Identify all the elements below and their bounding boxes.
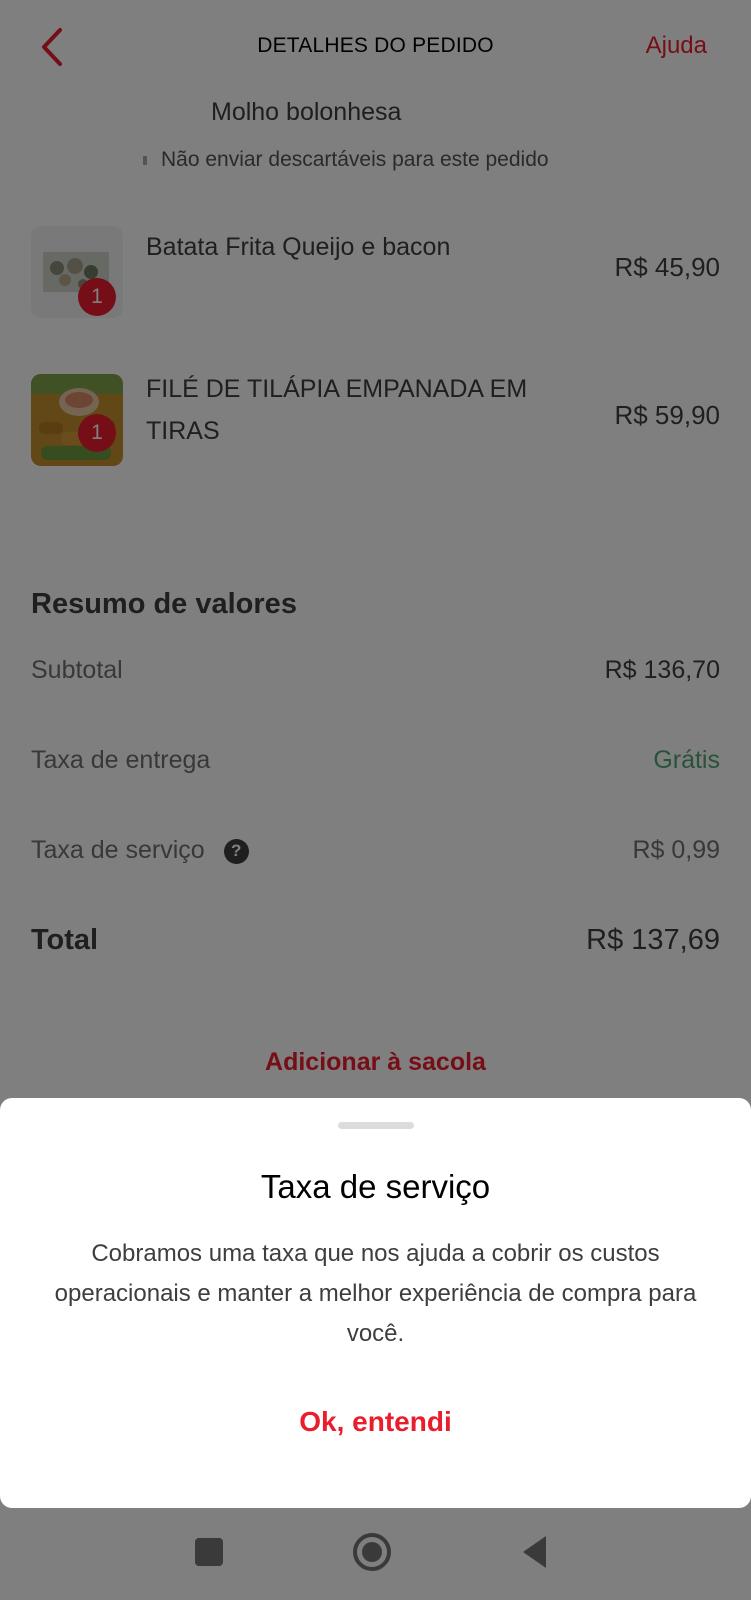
sheet-drag-handle[interactable] [338,1122,414,1129]
service-fee-bottom-sheet: Taxa de serviço Cobramos uma taxa que no… [0,1098,751,1508]
sheet-title: Taxa de serviço [260,1168,491,1205]
circle-icon[interactable] [352,1532,392,1572]
system-nav-bar [0,1508,751,1600]
triangle-back-icon[interactable] [520,1534,550,1570]
sheet-body-text: Cobramos uma taxa que nos ajuda a cobrir… [54,1240,697,1347]
square-icon[interactable] [195,1538,223,1566]
ok-understood-button[interactable]: Ok, entendi [0,1406,751,1438]
